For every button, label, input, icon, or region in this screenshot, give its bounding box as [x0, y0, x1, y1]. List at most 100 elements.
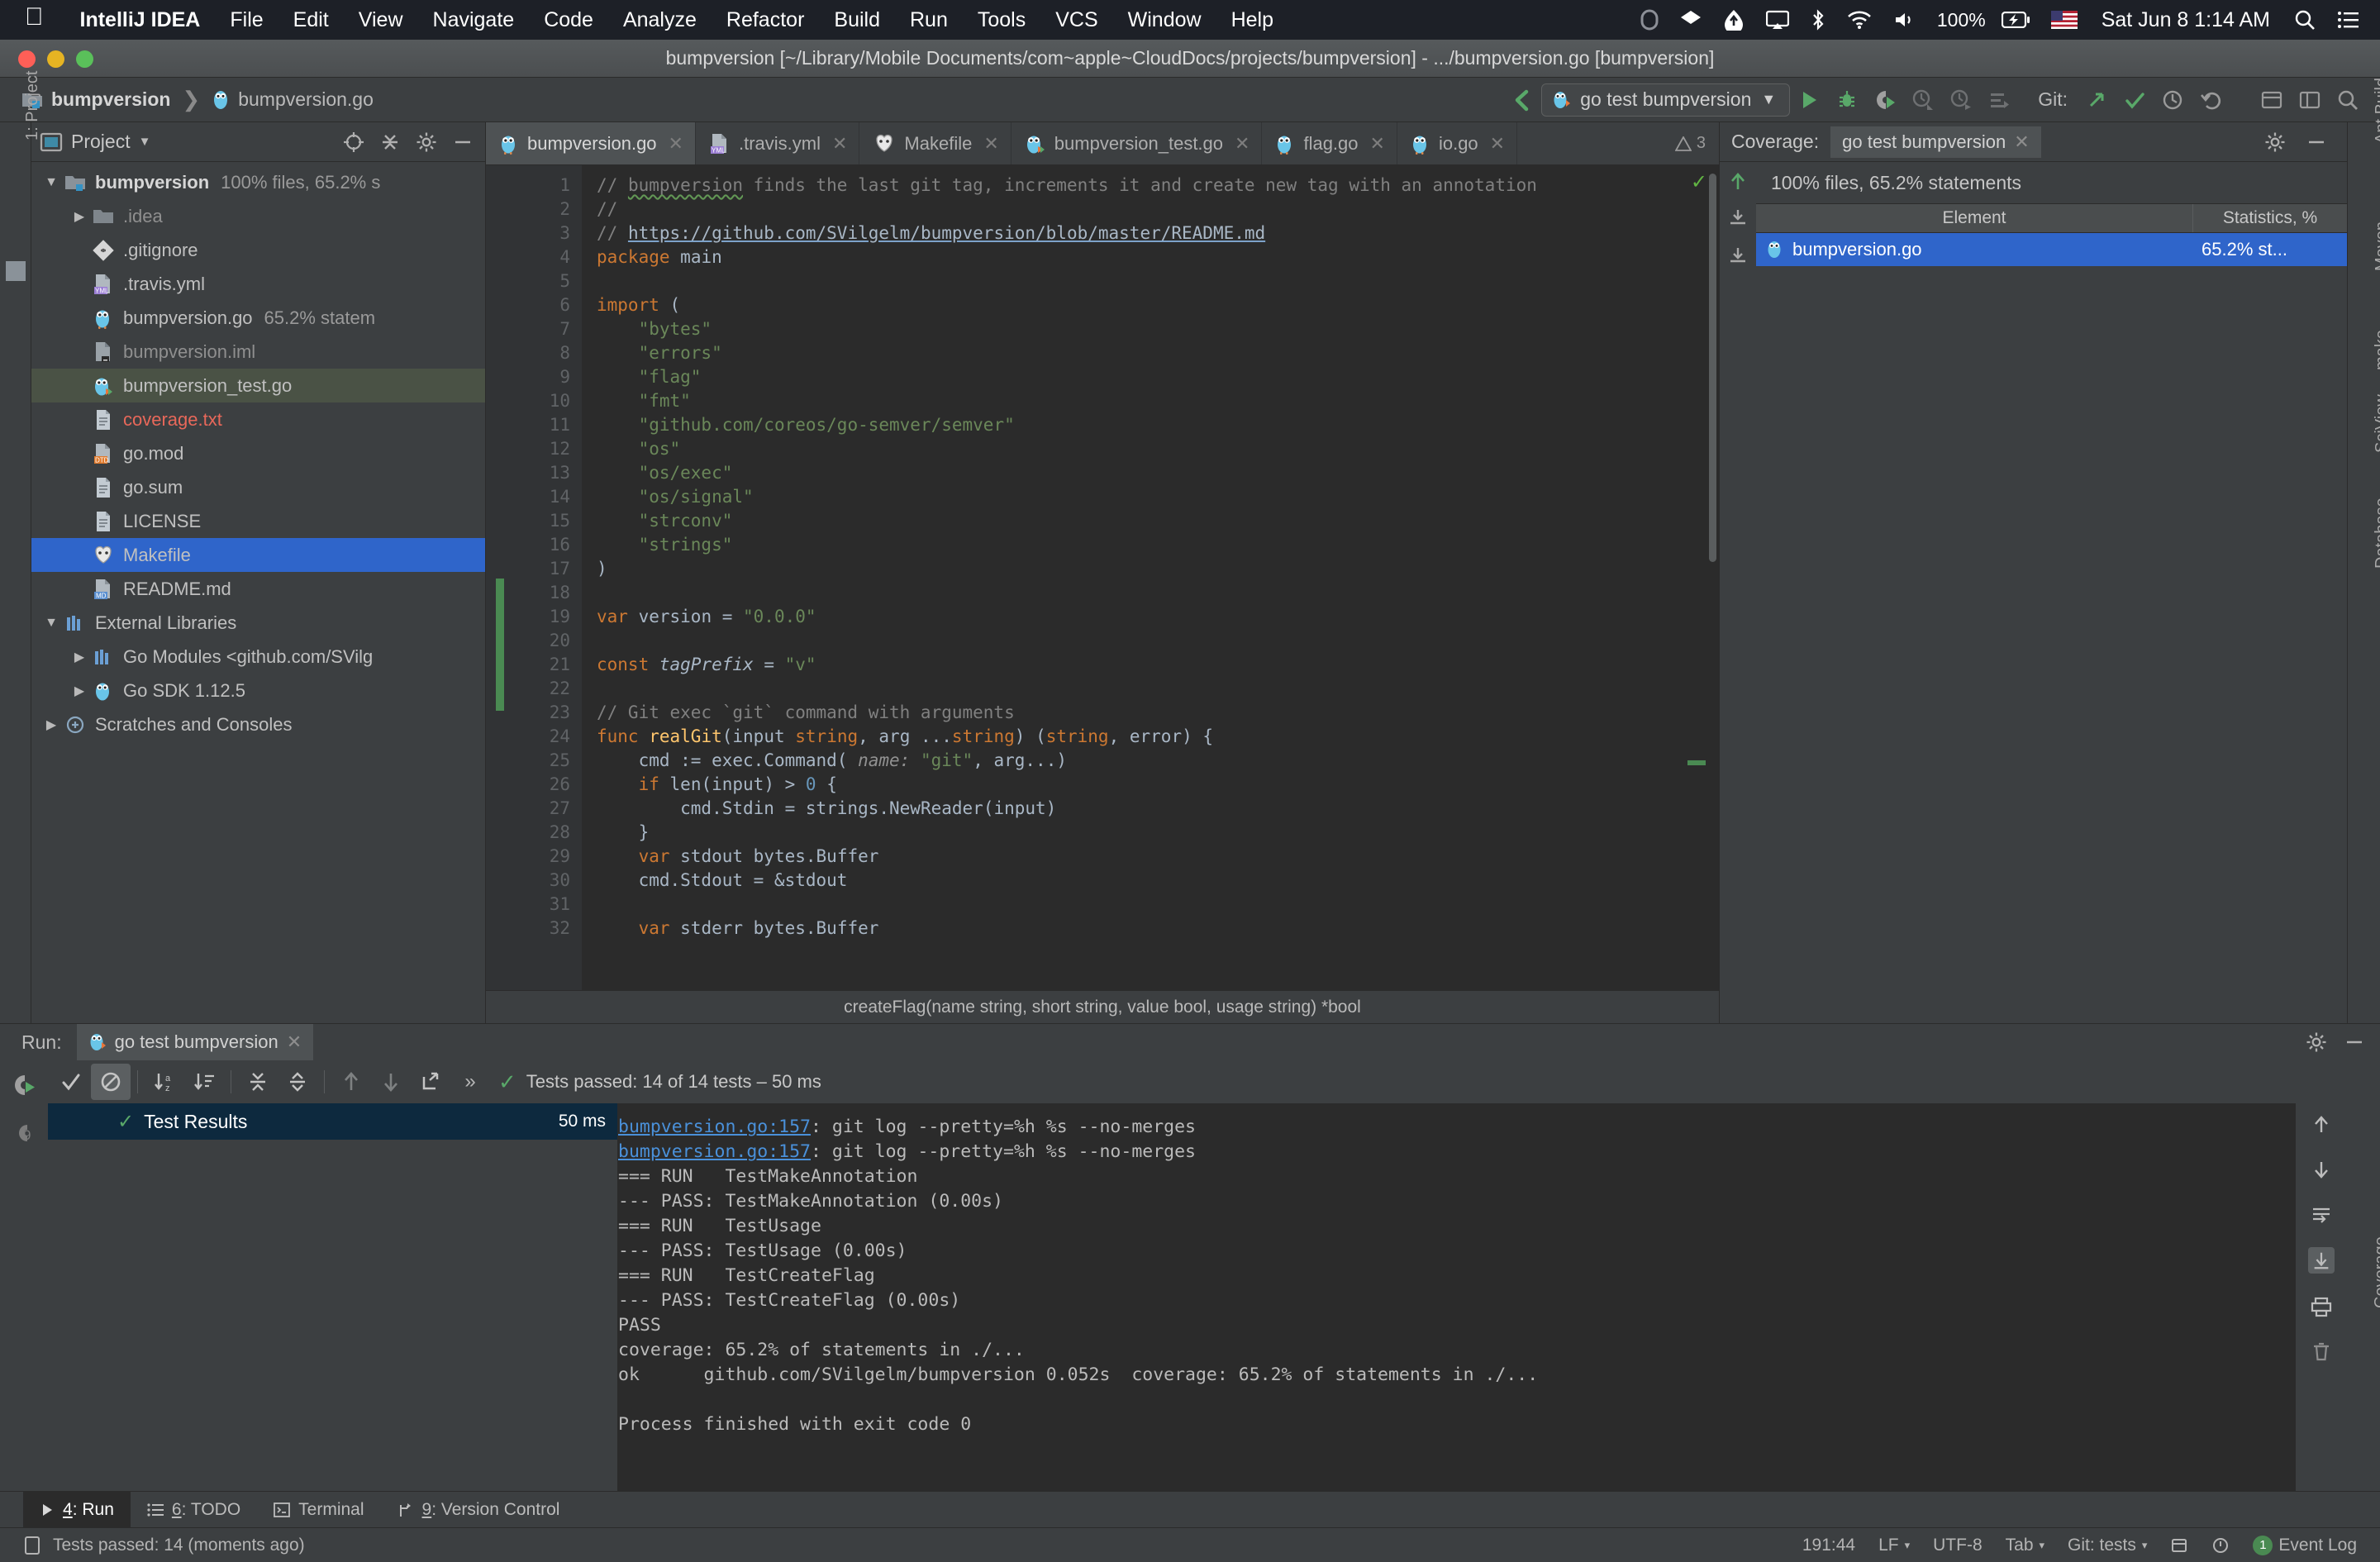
close-icon[interactable]: ✕ [1235, 133, 1250, 155]
dropbox-icon[interactable] [1669, 10, 1712, 30]
menu-item-run[interactable]: Run [895, 8, 963, 32]
rail-item-sciview[interactable]: SciView [2373, 394, 2380, 453]
gear-icon[interactable] [2294, 1031, 2339, 1053]
code-line[interactable]: } [582, 821, 1719, 845]
code-line[interactable]: func realGit(input string, arg ...string… [582, 725, 1719, 749]
stop-icon[interactable] [1980, 83, 2018, 117]
close-icon[interactable]: ✕ [2014, 131, 2029, 153]
expand-all-icon[interactable] [238, 1064, 278, 1100]
chevron-down-icon[interactable]: ▼ [1761, 91, 1776, 108]
editor-tab[interactable]: bumpversion_test.go✕ [1011, 122, 1263, 164]
code-line[interactable]: // https://github.com/SVilgelm/bumpversi… [582, 221, 1719, 245]
tree-row[interactable]: .gitignore [31, 233, 485, 267]
tree-row[interactable]: DTDgo.mod [31, 436, 485, 470]
code-line[interactable]: "strconv" [582, 509, 1719, 533]
inspection-ok-icon[interactable]: ✓ [1691, 170, 1707, 194]
gear-icon[interactable] [412, 128, 440, 156]
soft-wrap-icon[interactable] [2310, 1202, 2333, 1226]
test-toolbar[interactable]: az [48, 1060, 2347, 1103]
read-only-icon[interactable] [2159, 1536, 2200, 1555]
bottom-item-terminal[interactable]: Terminal [257, 1492, 380, 1528]
editor-scrollbar[interactable] [1709, 174, 1716, 562]
code-line[interactable]: "fmt" [582, 389, 1719, 413]
commit-icon[interactable] [2116, 83, 2154, 117]
bottom-tool-strip[interactable]: 4: Run 6: TODO Terminal 9: Version Contr… [0, 1491, 2380, 1527]
next-test-icon[interactable] [371, 1064, 411, 1100]
clear-all-icon[interactable] [2310, 1340, 2333, 1363]
menu-item-navigate[interactable]: Navigate [418, 8, 530, 32]
close-icon[interactable]: ✕ [669, 133, 683, 155]
editor-tab[interactable]: Makefile✕ [859, 122, 1011, 164]
tree-row[interactable]: MDREADME.md [31, 572, 485, 606]
coverage-column-statistics[interactable]: Statistics, % [2193, 204, 2347, 232]
menu-app-name[interactable]: IntelliJ IDEA [65, 8, 216, 32]
tree-row[interactable]: Makefile [31, 538, 485, 572]
code-line[interactable] [582, 677, 1719, 701]
hide-icon[interactable] [2339, 1031, 2380, 1053]
tree-row[interactable]: ▼External Libraries [31, 606, 485, 640]
menu-bar-clock[interactable]: Sat Jun 8 1:14 AM [2088, 8, 2283, 32]
run-configuration-selector[interactable]: go test bumpversion ▼ [1541, 83, 1790, 117]
editor-tab-bar[interactable]: bumpversion.go✕YML.travis.yml✕Makefile✕b… [486, 122, 1719, 165]
tree-row[interactable]: ▶.idea [31, 199, 485, 233]
rerun-coverage-icon[interactable] [11, 1072, 37, 1098]
tree-row[interactable]: LICENSE [31, 504, 485, 538]
history-icon[interactable] [2154, 83, 2192, 117]
file-encoding[interactable]: UTF-8 [1921, 1536, 1994, 1555]
scroll-up-icon[interactable] [2310, 1113, 2333, 1136]
sort-alpha-icon[interactable]: az [145, 1064, 184, 1100]
code-line[interactable]: const tagPrefix = "v" [582, 653, 1719, 677]
chevron-right-icon[interactable]: ▶ [68, 208, 91, 225]
prev-test-icon[interactable] [331, 1064, 371, 1100]
tree-row[interactable]: coverage.txt [31, 402, 485, 436]
code-line[interactable]: // bumpversion finds the last git tag, i… [582, 174, 1719, 198]
tree-row[interactable]: ▶Go Modules <github.com/SVilg [31, 640, 485, 674]
lock-icon[interactable] [1630, 9, 1669, 31]
toggle-tasks-icon[interactable]: 9 [11, 1120, 37, 1146]
coverage-tab[interactable]: go test bumpversion ✕ [1830, 126, 2041, 158]
menu-item-vcs[interactable]: VCS [1040, 8, 1112, 32]
code-line[interactable] [582, 893, 1719, 917]
run-with-coverage-icon[interactable] [1866, 83, 1904, 117]
run-tab[interactable]: go test bumpversion ✕ [77, 1024, 314, 1060]
tree-row[interactable]: ▶Scratches and Consoles [31, 707, 485, 741]
tree-row[interactable]: go.sum [31, 470, 485, 504]
menu-item-analyze[interactable]: Analyze [608, 8, 712, 32]
menu-item-tools[interactable]: Tools [963, 8, 1040, 32]
airplay-icon[interactable] [1755, 10, 1800, 30]
inspections-icon[interactable] [2200, 1536, 2241, 1555]
rail-item-maven[interactable]: Maven [2373, 221, 2380, 271]
event-log-button[interactable]: 1 Event Log [2241, 1536, 2368, 1555]
code-line[interactable] [582, 581, 1719, 605]
code-line[interactable]: cmd.Stdin = strings.NewReader(input) [582, 797, 1719, 821]
coverage-column-element[interactable]: Element [1756, 204, 2193, 232]
profile-memory-icon[interactable] [1942, 83, 1980, 117]
tree-row[interactable]: YML.travis.yml [31, 267, 485, 301]
up-arrow-icon[interactable] [1726, 170, 1749, 193]
run-icon[interactable] [1790, 83, 1828, 117]
back-arrow-icon[interactable] [1503, 83, 1541, 117]
apple-icon[interactable]:  [0, 5, 65, 30]
code-line[interactable]: "strings" [582, 533, 1719, 557]
console-side-toolbar[interactable] [2296, 1103, 2347, 1491]
git-branch[interactable]: Git: tests▾ [2056, 1536, 2159, 1555]
hide-icon[interactable] [449, 128, 477, 156]
coverage-side-toolbar[interactable] [1720, 162, 1756, 1023]
code-line[interactable]: cmd.Stdout = &stdout [582, 869, 1719, 893]
code-line[interactable]: ) [582, 557, 1719, 581]
code-line[interactable]: var version = "0.0.0" [582, 605, 1719, 629]
chevron-right-icon[interactable]: ▶ [68, 649, 91, 665]
code-line[interactable]: if len(input) > 0 { [582, 773, 1719, 797]
flatten-packages-icon[interactable] [1726, 207, 1749, 230]
menu-item-build[interactable]: Build [819, 8, 895, 32]
us-flag-icon[interactable] [2040, 11, 2088, 29]
menu-item-edit[interactable]: Edit [278, 8, 344, 32]
code-line[interactable]: // [582, 198, 1719, 221]
bottom-item-todo[interactable]: 6: TODO [131, 1492, 257, 1528]
code-line[interactable] [582, 269, 1719, 293]
menu-item-refactor[interactable]: Refactor [712, 8, 819, 32]
profile-cpu-icon[interactable] [1904, 83, 1942, 117]
code-line[interactable]: "os" [582, 437, 1719, 461]
project-tree[interactable]: ▼bumpversion100% files, 65.2% s▶.idea.gi… [31, 162, 485, 1023]
menu-item-help[interactable]: Help [1216, 8, 1288, 32]
